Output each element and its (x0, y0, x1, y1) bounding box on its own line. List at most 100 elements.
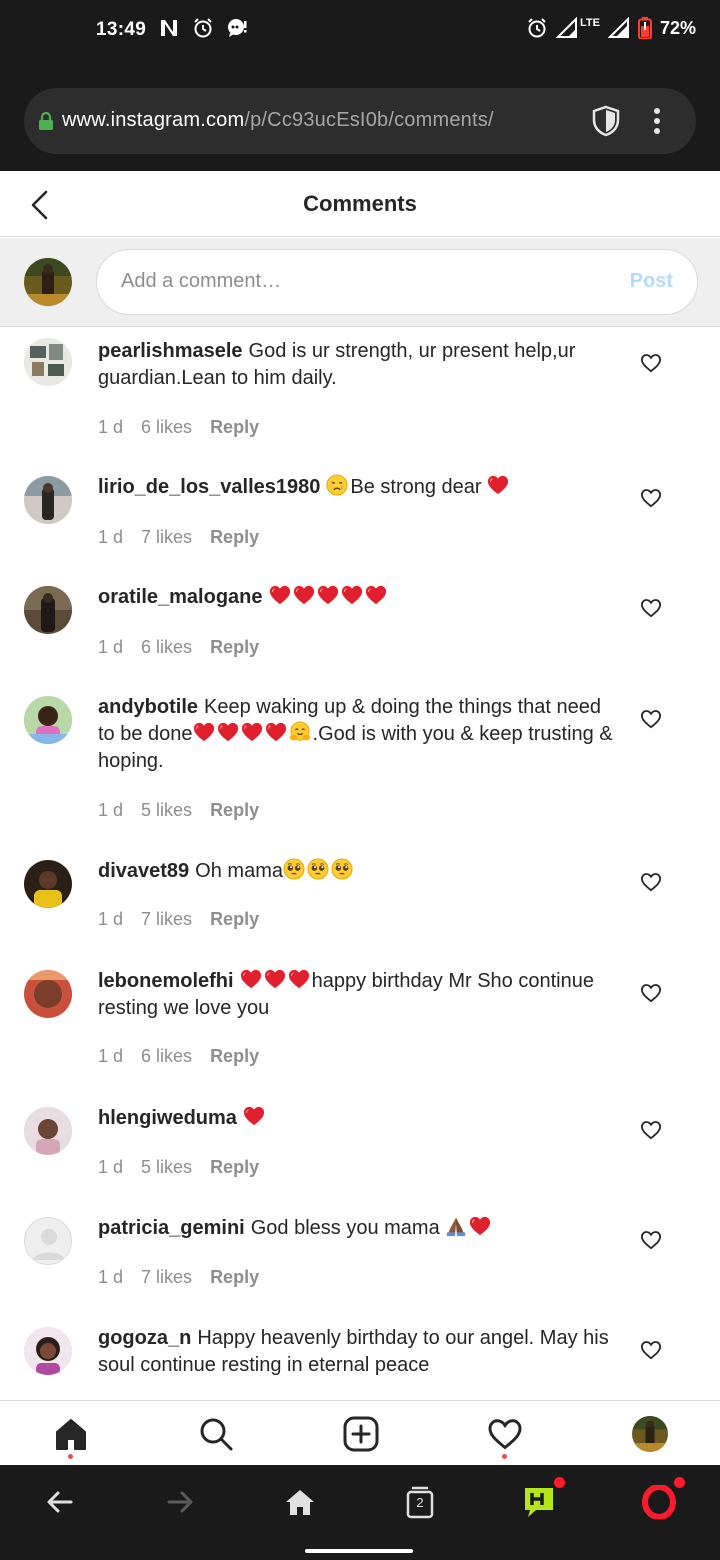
avatar[interactable] (24, 860, 72, 908)
browser-bottom-nav: 2 (0, 1465, 720, 1560)
red-heart-emoji (317, 584, 339, 606)
comment-username[interactable]: gogoza_n (98, 1327, 191, 1349)
comment-meta: 1 d 7 likes Reply (98, 909, 259, 930)
like-heart-icon[interactable] (640, 872, 662, 892)
status-time: 13:49 (96, 19, 147, 40)
comment-meta: 1 d 6 likes Reply (98, 1046, 259, 1067)
reply-button[interactable]: Reply (210, 800, 259, 821)
comment-text: oratile_malogane (98, 584, 620, 611)
reply-button[interactable]: Reply (210, 1157, 259, 1178)
comment-likes[interactable]: 5 likes (141, 800, 192, 821)
url-field[interactable]: www.instagram.com/p/Cc93ucEsI0b/comments… (24, 88, 696, 154)
search-icon[interactable] (198, 1416, 234, 1452)
reply-button[interactable]: Reply (210, 637, 259, 658)
comment-likes[interactable]: 7 likes (141, 1267, 192, 1288)
reply-button[interactable]: Reply (210, 909, 259, 930)
page-title: Comments (303, 191, 417, 216)
avatar[interactable] (24, 696, 72, 744)
reply-button[interactable]: Reply (210, 417, 259, 438)
comment-text: patricia_gemini God bless you mama (98, 1215, 620, 1242)
comment-likes[interactable]: 6 likes (141, 1046, 192, 1067)
comment-likes[interactable]: 6 likes (141, 417, 192, 438)
like-heart-icon[interactable] (640, 598, 662, 618)
comment-likes[interactable]: 7 likes (141, 527, 192, 548)
comment-username[interactable]: pearlishmasele (98, 340, 243, 362)
battery-percent: 72% (659, 17, 696, 38)
like-heart-icon[interactable] (640, 709, 662, 729)
comment-item: divavet89 Oh mama 1 d 7 likes Reply (0, 858, 720, 938)
comment-text: hlengiweduma (98, 1105, 620, 1132)
comment-time: 1 d (98, 1157, 124, 1177)
battery-saver-icon (637, 17, 652, 40)
instagram-tab-bar (0, 1400, 720, 1465)
comment-username[interactable]: hlengiweduma (98, 1107, 237, 1129)
lte-label: LTE (580, 17, 600, 29)
comment-username[interactable]: divavet89 (98, 860, 189, 882)
avatar[interactable] (24, 1107, 72, 1155)
comment-item: gogoza_n Happy heavenly birthday to our a… (0, 1325, 720, 1395)
like-heart-icon[interactable] (640, 353, 662, 373)
comment-meta: 1 d 6 likes Reply (98, 417, 259, 438)
red-heart-emoji (240, 968, 262, 990)
comment-item: oratile_malogane 1 d 6 likes Reply (0, 584, 720, 664)
comment-username[interactable]: lirio_de_los_valles1980 (98, 476, 320, 498)
comment-time: 1 d (98, 637, 124, 657)
url-path: /p/Cc93ucEsI0b/comments/ (244, 109, 494, 131)
activity-heart-icon[interactable] (487, 1416, 523, 1452)
red-heart-emoji (341, 584, 363, 606)
new-post-icon[interactable] (343, 1416, 379, 1452)
comment-username[interactable]: andybotile (98, 696, 198, 718)
notification-dot (674, 1477, 685, 1488)
more-options-icon[interactable] (650, 106, 664, 136)
forward-arrow-icon[interactable] (163, 1485, 197, 1519)
avatar[interactable] (24, 586, 72, 634)
hype-icon[interactable] (522, 1485, 556, 1519)
lock-icon (38, 111, 54, 130)
comment-likes[interactable]: 7 likes (141, 909, 192, 930)
reply-button[interactable]: Reply (210, 1046, 259, 1067)
red-heart-emoji (243, 1105, 265, 1127)
reply-button[interactable]: Reply (210, 1267, 259, 1288)
like-heart-icon[interactable] (640, 1340, 662, 1360)
comment-item: patricia_gemini God bless you mama 1 d 7 … (0, 1215, 720, 1295)
reply-button[interactable]: Reply (210, 527, 259, 548)
comment-meta: 1 d 5 likes Reply (98, 1157, 259, 1178)
avatar[interactable] (24, 338, 72, 386)
comment-likes[interactable]: 5 likes (141, 1157, 192, 1178)
comment-username[interactable]: patricia_gemini (98, 1217, 245, 1239)
default-avatar-icon[interactable] (24, 1217, 72, 1265)
red-heart-emoji (293, 584, 315, 606)
avatar[interactable] (24, 970, 72, 1018)
avatar[interactable] (24, 476, 72, 524)
post-button[interactable]: Post (630, 270, 673, 293)
like-heart-icon[interactable] (640, 983, 662, 1003)
opera-icon[interactable] (642, 1484, 676, 1520)
comment-likes[interactable]: 6 likes (141, 637, 192, 658)
like-heart-icon[interactable] (640, 488, 662, 508)
comment-item: lirio_de_los_valles1980 Be strong dear 1 … (0, 474, 720, 554)
back-arrow-icon[interactable] (43, 1485, 77, 1519)
comment-text: lirio_de_los_valles1980 Be strong dear (98, 474, 620, 501)
home-icon[interactable] (53, 1416, 89, 1452)
like-heart-icon[interactable] (640, 1120, 662, 1140)
red-heart-emoji (217, 721, 239, 743)
browser-home-icon[interactable] (283, 1485, 317, 1519)
like-heart-icon[interactable] (640, 1230, 662, 1250)
alarm-icon (192, 17, 214, 39)
red-heart-emoji (241, 721, 263, 743)
profile-avatar[interactable] (632, 1416, 668, 1452)
ad-blocker-shield-icon[interactable] (591, 105, 621, 137)
comment-username[interactable]: oratile_malogane (98, 586, 263, 608)
comment-item: andybotile Keep waking up & doing the thi… (0, 694, 720, 829)
comment-username[interactable]: lebonemolefhi (98, 970, 234, 992)
comment-meta: 1 d 6 likes Reply (98, 637, 259, 658)
comment-time: 1 d (98, 527, 124, 547)
comment-body: Oh mama (195, 860, 283, 882)
comments-header: Comments (0, 171, 720, 237)
gesture-bar[interactable] (305, 1549, 413, 1553)
avatar[interactable] (24, 1327, 72, 1375)
tabs-icon[interactable]: 2 (403, 1485, 437, 1519)
comment-input[interactable]: Add a comment… Post (96, 249, 698, 315)
crying-face-emoji (326, 474, 348, 496)
comment-time: 1 d (98, 1046, 124, 1066)
